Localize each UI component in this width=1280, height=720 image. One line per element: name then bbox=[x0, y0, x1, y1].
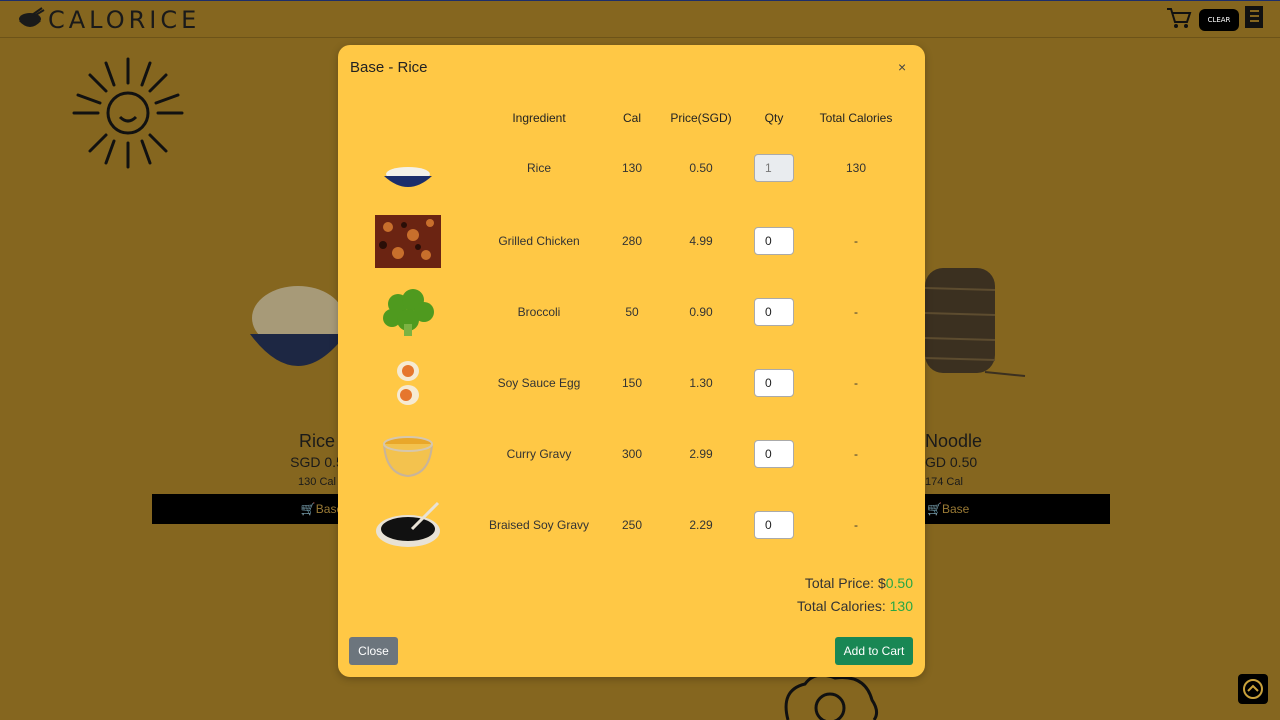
cart-small-icon: 🛒 bbox=[927, 502, 942, 516]
sun-icon bbox=[72, 57, 184, 169]
ingredient-name: Broccoli bbox=[517, 305, 561, 319]
header-total-calories: Total Calories bbox=[819, 111, 893, 125]
ingredient-cal: 280 bbox=[621, 234, 643, 248]
product-noodle: Noodle GD 0.50 174 Cal bbox=[925, 431, 983, 488]
scroll-to-top-button[interactable] bbox=[1238, 674, 1268, 704]
ingredient-name: Grilled Chicken bbox=[498, 234, 580, 248]
close-button[interactable]: Close bbox=[349, 637, 398, 665]
ingredient-price: 4.99 bbox=[689, 234, 713, 248]
noodle-image bbox=[925, 268, 1026, 377]
qty-input[interactable] bbox=[754, 154, 794, 182]
logo-text: CALORICE bbox=[48, 6, 201, 34]
add-to-cart-button[interactable]: Add to Cart bbox=[835, 637, 913, 665]
total-price-value: 0.50 bbox=[885, 575, 913, 591]
qty-input[interactable] bbox=[754, 227, 794, 255]
header-qty: Qty bbox=[764, 111, 784, 125]
ingredient-cal: 130 bbox=[621, 161, 643, 175]
ingredient-name: Braised Soy Gravy bbox=[488, 518, 590, 532]
ingredient-total-calories: - bbox=[854, 518, 858, 532]
ingredient-price: 0.90 bbox=[689, 305, 713, 319]
add-base-rice-button[interactable]: 🛒 Base bbox=[152, 494, 343, 524]
ingredient-price: 1.30 bbox=[689, 376, 713, 390]
braised-soy-gravy-icon bbox=[376, 501, 440, 547]
table-row: Soy Sauce Egg 150 1.30 - bbox=[338, 347, 925, 418]
ingredient-price: 0.50 bbox=[689, 161, 713, 175]
total-price: Total Price: $0.50 bbox=[804, 575, 913, 591]
table-row: Curry Gravy 300 2.99 - bbox=[338, 418, 925, 489]
rice-bowl-icon bbox=[384, 167, 432, 187]
table-row: Braised Soy Gravy 250 2.29 - bbox=[338, 489, 925, 560]
clear-button[interactable]: CLEAR bbox=[1199, 9, 1239, 31]
grilled-chicken-icon bbox=[375, 215, 441, 268]
chevron-up-icon bbox=[1243, 679, 1263, 699]
ingredient-total-calories: - bbox=[854, 234, 858, 248]
cart-icon[interactable] bbox=[1166, 6, 1192, 30]
ingredient-total-calories: 130 bbox=[845, 161, 867, 175]
table-row: Broccoli 50 0.90 - bbox=[338, 276, 925, 347]
ingredient-cal: 150 bbox=[621, 376, 643, 390]
qty-input[interactable] bbox=[754, 440, 794, 468]
total-calories: Total Calories: 130 bbox=[797, 598, 913, 614]
table-row: Rice 130 0.50 130 bbox=[338, 133, 925, 204]
total-calories-value: 130 bbox=[889, 598, 913, 614]
ingredient-total-calories: - bbox=[854, 376, 858, 390]
curry-gravy-icon bbox=[383, 436, 433, 478]
egg-outline-image bbox=[784, 673, 879, 720]
qty-input[interactable] bbox=[754, 511, 794, 539]
modal-title: Base - Rice bbox=[350, 59, 428, 76]
soy-sauce-egg-icon bbox=[397, 361, 419, 405]
ingredient-cal: 250 bbox=[621, 518, 643, 532]
top-navbar: CALORICE CLEAR bbox=[0, 0, 1280, 38]
cart-small-icon: 🛒 bbox=[300, 502, 316, 516]
rice-bowl-image bbox=[250, 286, 346, 366]
modal-close-icon[interactable]: × bbox=[898, 59, 906, 75]
ingredient-price: 2.99 bbox=[689, 447, 713, 461]
ingredient-name: Curry Gravy bbox=[506, 447, 572, 461]
ingredient-cal: 300 bbox=[621, 447, 643, 461]
ingredient-total-calories: - bbox=[854, 447, 858, 461]
rice-bowl-logo-icon bbox=[19, 7, 45, 27]
logo[interactable]: CALORICE bbox=[16, 5, 200, 35]
ingredient-name: Rice bbox=[526, 161, 551, 175]
broccoli-icon bbox=[383, 289, 434, 336]
header-ingredient: Ingredient bbox=[512, 111, 566, 125]
qty-input[interactable] bbox=[754, 369, 794, 397]
ingredient-cal: 50 bbox=[625, 305, 639, 319]
add-base-noodle-button[interactable]: 🛒 Base bbox=[925, 494, 1110, 524]
header-price: Price(SGD) bbox=[670, 111, 732, 125]
ingredient-modal: Base - Rice × Ingredient Cal Price(SGD) … bbox=[338, 45, 925, 677]
ingredient-total-calories: - bbox=[854, 305, 858, 319]
ingredient-name: Soy Sauce Egg bbox=[497, 376, 581, 390]
table-row: Grilled Chicken 280 4.99 - bbox=[338, 205, 925, 276]
header-cal: Cal bbox=[622, 111, 641, 125]
order-list-icon[interactable] bbox=[1244, 5, 1264, 29]
qty-input[interactable] bbox=[754, 298, 794, 326]
ingredient-price: 2.29 bbox=[689, 518, 713, 532]
